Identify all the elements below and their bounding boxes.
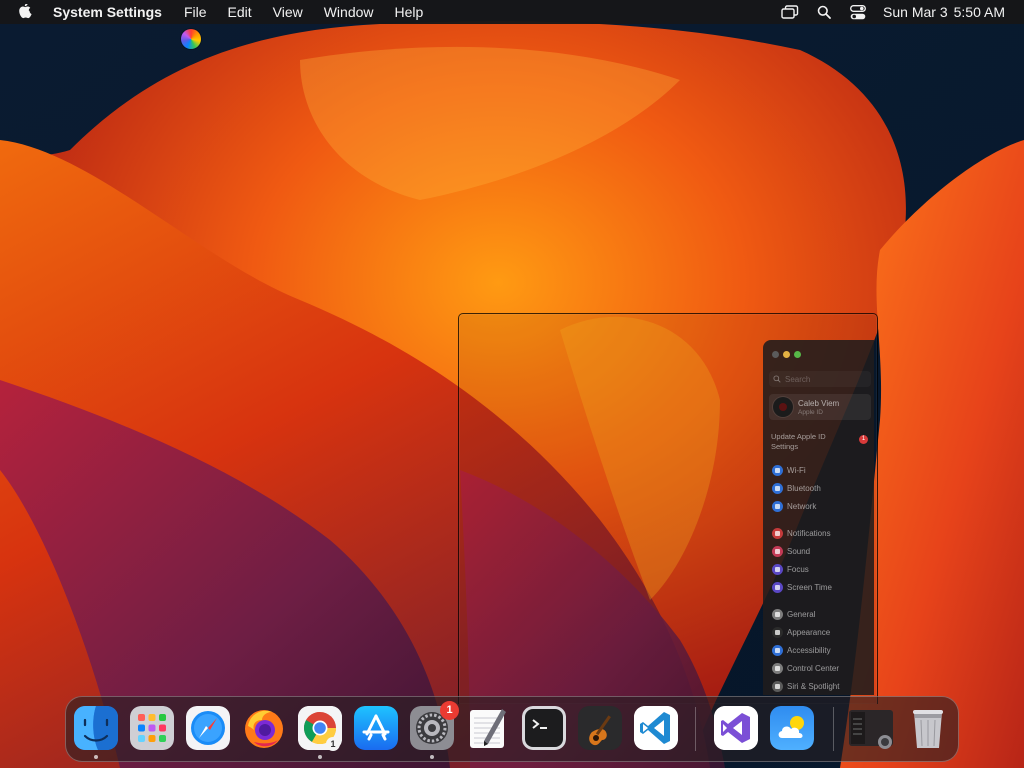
menu-app-name[interactable]: System Settings bbox=[53, 4, 162, 20]
settings-item-general[interactable]: General bbox=[772, 607, 815, 621]
weather-icon[interactable] bbox=[770, 706, 814, 750]
busy-color-wheel-icon bbox=[181, 29, 201, 49]
dock-divider bbox=[833, 707, 834, 751]
menu-edit[interactable]: Edit bbox=[228, 4, 252, 20]
finder-icon[interactable] bbox=[74, 706, 118, 750]
menu-view[interactable]: View bbox=[273, 4, 303, 20]
visual-studio-icon[interactable] bbox=[714, 706, 758, 750]
menu-bar-time: 5:50 AM bbox=[953, 4, 1005, 20]
system-settings-badge: 1 bbox=[440, 701, 459, 720]
trash-icon[interactable] bbox=[906, 706, 950, 750]
settings-item-focus[interactable]: Focus bbox=[772, 562, 809, 576]
menu-bar-date: Sun Mar 3 bbox=[883, 4, 948, 20]
focus-icon bbox=[772, 563, 783, 575]
settings-item-label: Focus bbox=[787, 564, 809, 574]
settings-item-label: Bluetooth bbox=[787, 483, 821, 493]
settings-item-accessibility[interactable]: Accessibility bbox=[772, 643, 831, 657]
apple-logo-icon[interactable] bbox=[19, 4, 33, 20]
finder-running-indicator bbox=[94, 755, 98, 759]
system-settings-running-indicator bbox=[430, 755, 434, 759]
maximize-button[interactable] bbox=[794, 351, 801, 358]
screen-time-icon bbox=[772, 582, 783, 594]
settings-item-appearance[interactable]: Appearance bbox=[772, 625, 830, 639]
settings-item-label: Network bbox=[787, 501, 817, 511]
vscode-icon[interactable] bbox=[634, 706, 678, 750]
launchpad-icon[interactable] bbox=[130, 706, 174, 750]
settings-item-bluetooth[interactable]: Bluetooth bbox=[772, 481, 821, 495]
update-apple-id-settings[interactable]: Update Apple ID Settings bbox=[771, 432, 851, 452]
settings-item-label: Appearance bbox=[787, 627, 831, 637]
spotlight-search-icon[interactable] bbox=[815, 4, 833, 20]
sound-icon bbox=[772, 545, 783, 557]
settings-item-control-center[interactable]: Control Center bbox=[772, 662, 839, 676]
general-icon bbox=[772, 608, 783, 620]
close-button[interactable] bbox=[772, 351, 779, 358]
chrome-running-indicator bbox=[318, 755, 322, 759]
wi-fi-icon bbox=[772, 464, 783, 476]
settings-item-wi-fi[interactable]: Wi-Fi bbox=[772, 463, 806, 477]
siri-spotlight-icon bbox=[772, 681, 783, 693]
settings-item-label: Notifications bbox=[787, 528, 831, 538]
search-placeholder: Search bbox=[785, 374, 811, 384]
avatar bbox=[773, 397, 793, 417]
screen-mirroring-icon[interactable] bbox=[781, 4, 799, 20]
settings-item-screen-time[interactable]: Screen Time bbox=[772, 581, 832, 595]
settings-item-label: Control Center bbox=[787, 664, 840, 674]
search-icon bbox=[773, 375, 781, 383]
network-icon bbox=[772, 500, 783, 512]
control-center-icon bbox=[772, 663, 783, 675]
window-controls bbox=[772, 351, 801, 358]
settings-search-field[interactable]: Search bbox=[769, 371, 871, 387]
notifications-icon bbox=[772, 527, 783, 539]
settings-item-label: Siri & Spotlight bbox=[787, 682, 840, 692]
menu-help[interactable]: Help bbox=[395, 4, 424, 20]
settings-item-label: Sound bbox=[787, 546, 811, 556]
settings-item-siri-spotlight[interactable]: Siri & Spotlight bbox=[772, 680, 839, 694]
appearance-icon bbox=[772, 626, 783, 638]
settings-item-label: Accessibility bbox=[787, 645, 831, 655]
chrome-download-badge: 1 bbox=[326, 737, 340, 751]
garageband-icon[interactable] bbox=[578, 706, 622, 750]
minimize-button[interactable] bbox=[783, 351, 790, 358]
menu-file[interactable]: File bbox=[184, 4, 207, 20]
dock-divider bbox=[695, 707, 696, 751]
control-center-icon[interactable] bbox=[849, 4, 867, 20]
settings-sidebar: Search Caleb Viem Apple ID Update Apple … bbox=[763, 340, 874, 695]
textedit-icon[interactable] bbox=[466, 706, 510, 750]
settings-item-network[interactable]: Network bbox=[772, 499, 816, 513]
app-store-icon[interactable] bbox=[354, 706, 398, 750]
settings-item-label: Wi-Fi bbox=[787, 465, 806, 475]
terminal-icon[interactable] bbox=[522, 706, 566, 750]
apple-id-account[interactable]: Caleb Viem Apple ID bbox=[769, 394, 871, 420]
dock: 1 1 bbox=[65, 696, 959, 762]
update-badge: 1 bbox=[859, 435, 868, 444]
bluetooth-icon bbox=[772, 482, 783, 494]
account-subtitle: Apple ID bbox=[798, 409, 823, 416]
firefox-icon[interactable] bbox=[242, 706, 286, 750]
menu-bar-clock[interactable]: Sun Mar 3 5:50 AM bbox=[883, 4, 1005, 20]
accessibility-icon bbox=[772, 644, 783, 656]
settings-item-label: Screen Time bbox=[787, 583, 832, 593]
menu-bar: System Settings File Edit View Window He… bbox=[0, 0, 1024, 24]
minimized-window-icon[interactable] bbox=[849, 706, 893, 750]
settings-item-sound[interactable]: Sound bbox=[772, 544, 810, 558]
account-name: Caleb Viem bbox=[798, 399, 840, 408]
safari-icon[interactable] bbox=[186, 706, 230, 750]
menu-window[interactable]: Window bbox=[324, 4, 374, 20]
settings-item-notifications[interactable]: Notifications bbox=[772, 526, 831, 540]
settings-item-label: General bbox=[787, 609, 816, 619]
